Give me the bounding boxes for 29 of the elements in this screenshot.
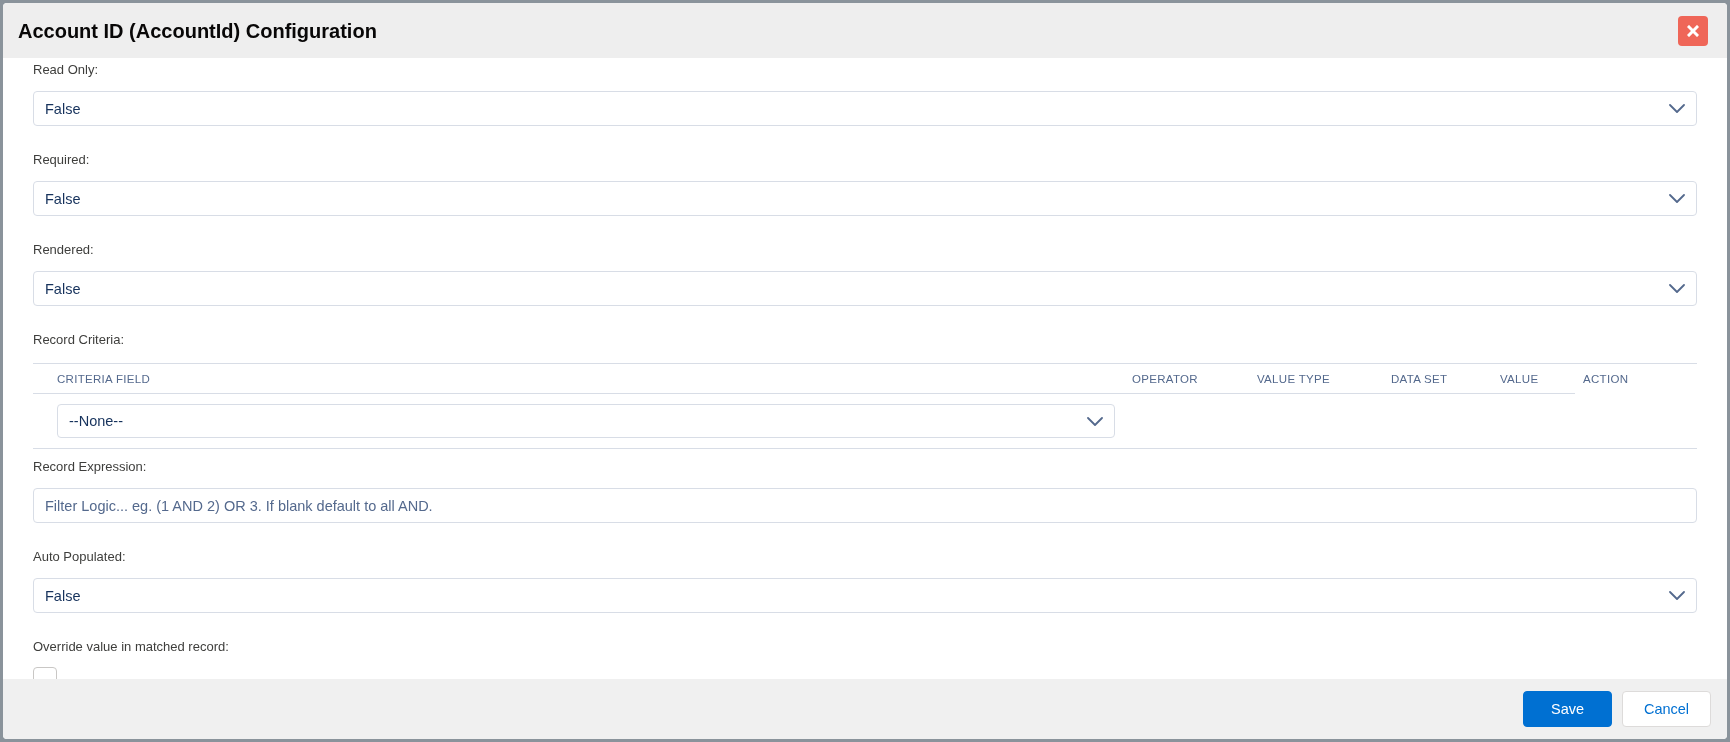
- chevron-down-icon: [1087, 416, 1103, 426]
- column-header: VALUE: [1492, 364, 1575, 394]
- input-field[interactable]: Filter Logic... eg. (1 AND 2) OR 3. If blank default to all AND.: [33, 488, 1697, 523]
- dropdown-field[interactable]: False: [33, 271, 1697, 306]
- close-icon: [1687, 24, 1699, 37]
- close-button[interactable]: [1678, 15, 1708, 46]
- column-header: DATA SET: [1383, 364, 1492, 394]
- chevron-down-icon: [1669, 284, 1685, 293]
- column-header: ACTION: [1582, 372, 1630, 387]
- field-label: Read Only:: [33, 61, 100, 79]
- column-header: OPERATOR: [1124, 364, 1249, 394]
- modal-title: Account ID (AccountId) Configuration: [18, 18, 377, 44]
- save-button[interactable]: Save: [1523, 691, 1612, 727]
- dropdown-field[interactable]: False: [33, 91, 1697, 126]
- field-label: Override value in matched record:: [33, 638, 230, 656]
- chevron-down-icon: [1669, 104, 1685, 113]
- column-header: VALUE TYPE: [1249, 364, 1383, 394]
- column-header: CRITERIA FIELD: [33, 364, 1124, 394]
- cancel-button[interactable]: Cancel: [1622, 691, 1711, 727]
- field-label: Record Expression:: [33, 458, 148, 476]
- field-label: Rendered:: [33, 241, 95, 259]
- field-label: Auto Populated:: [33, 548, 127, 566]
- chevron-down-icon: [1669, 591, 1685, 600]
- field-label: Record Criteria:: [33, 331, 126, 349]
- field-label: Required:: [33, 151, 91, 169]
- chevron-down-icon: [1669, 194, 1685, 203]
- dropdown-field[interactable]: False: [33, 181, 1697, 216]
- dropdown-field[interactable]: --None--: [57, 404, 1115, 438]
- dropdown-field[interactable]: False: [33, 578, 1697, 613]
